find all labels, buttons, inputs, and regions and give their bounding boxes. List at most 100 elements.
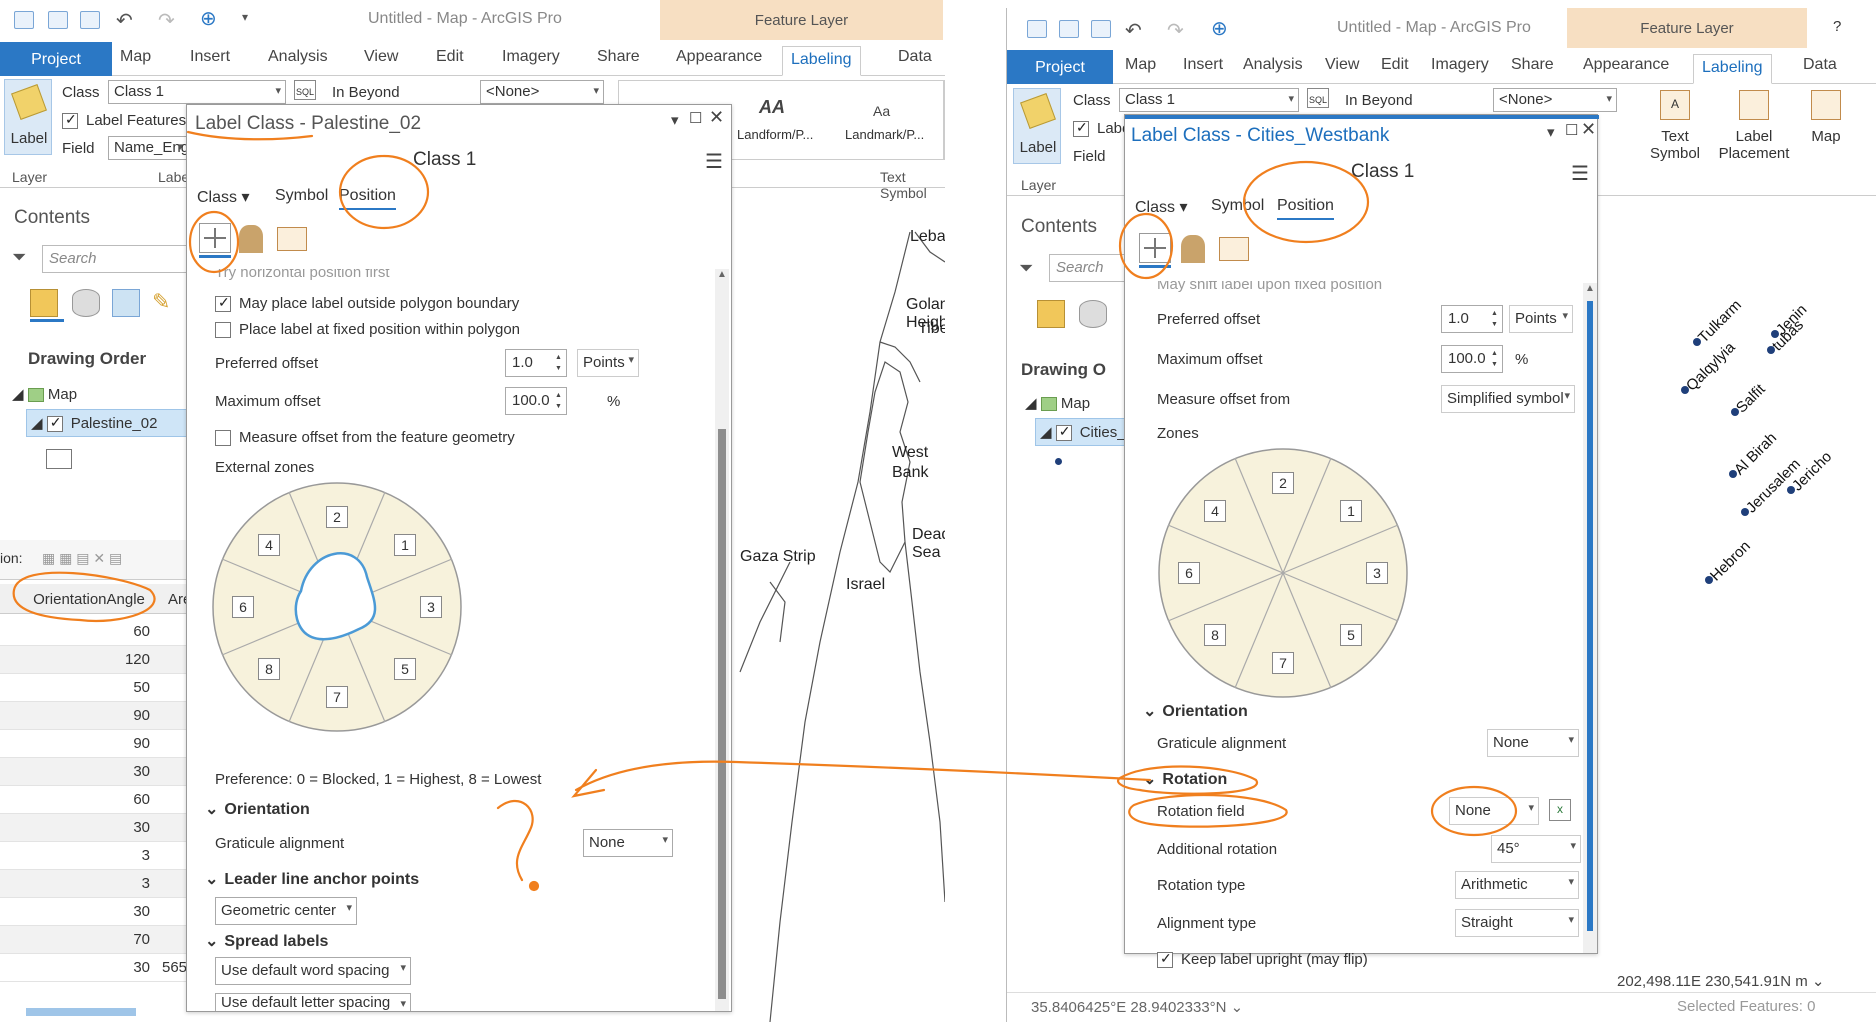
- right-preferred-offset-input[interactable]: 1.0: [1441, 305, 1503, 333]
- customize-qat-icon[interactable]: ▾: [242, 10, 248, 24]
- right-save-icon[interactable]: [1091, 20, 1111, 38]
- class-combo[interactable]: Class 1: [108, 80, 286, 104]
- zone-5-box[interactable]: 5: [394, 658, 416, 680]
- zone-8-box[interactable]: 8: [258, 658, 280, 680]
- preferred-offset-input[interactable]: 1.0: [505, 349, 567, 377]
- fitting-strategy-icon[interactable]: [277, 227, 307, 251]
- right-preferred-offset-unit[interactable]: Points: [1509, 305, 1573, 333]
- graticule-alignment-select[interactable]: None: [583, 829, 673, 857]
- contents-search-input[interactable]: Search: [42, 245, 192, 273]
- right-tab-project[interactable]: Project: [1007, 50, 1113, 84]
- table-horizontal-scroll[interactable]: [26, 1008, 136, 1016]
- right-conflict-resolution-icon[interactable]: [1181, 235, 1205, 263]
- help-button[interactable]: ?: [1833, 18, 1841, 35]
- visibility-range-combo[interactable]: <None>: [480, 80, 604, 104]
- right-filter-icon[interactable]: ⏷: [1019, 258, 1033, 279]
- spread-labels-section-header[interactable]: Spread labels: [205, 931, 328, 951]
- zone-1-box[interactable]: 1: [1340, 500, 1362, 522]
- preferred-offset-unit[interactable]: Points: [577, 349, 639, 377]
- rotation-type-select[interactable]: Arithmetic: [1455, 871, 1579, 899]
- open-project-icon[interactable]: [48, 11, 68, 29]
- label-toggle-button[interactable]: Label: [4, 79, 52, 155]
- right-tab-data[interactable]: Data: [1803, 56, 1837, 74]
- dialog-scroll-thumb[interactable]: [718, 429, 726, 999]
- zone-4-box[interactable]: 4: [258, 534, 280, 556]
- map-view-palestine[interactable]: Lebanon Golan Heights Tiberias West Bank…: [730, 222, 945, 1022]
- map-view-westbank-cities[interactable]: Tulkarm Jenin Qalqylyia tubas Salfit Al Birah…: [1607, 222, 1876, 982]
- right-open-project-icon[interactable]: [1059, 20, 1079, 38]
- right-zoom-icon[interactable]: ⊕: [1211, 16, 1228, 41]
- dialog-close-icon[interactable]: ✕: [709, 107, 724, 128]
- right-dialog-scrollbar[interactable]: ▲: [1583, 283, 1597, 953]
- tab-labeling[interactable]: Labeling: [782, 46, 861, 76]
- table-row[interactable]: 120: [0, 646, 188, 674]
- tab-data[interactable]: Data: [898, 48, 932, 66]
- table-row[interactable]: 3: [0, 870, 188, 898]
- zone-7-box[interactable]: 7: [326, 686, 348, 708]
- expression-builder-icon[interactable]: x: [1549, 799, 1571, 821]
- conflict-resolution-icon[interactable]: [239, 225, 263, 253]
- right-max-offset-input[interactable]: 100.0: [1441, 345, 1503, 373]
- zone-3-box[interactable]: 3: [420, 596, 442, 618]
- table-row[interactable]: 30: [0, 814, 188, 842]
- right-tab-labeling[interactable]: Labeling: [1693, 54, 1772, 84]
- right-tab-view[interactable]: View: [1325, 56, 1359, 74]
- table-row[interactable]: 60: [0, 786, 188, 814]
- keep-upright-checkbox[interactable]: Keep label upright (may flip): [1157, 950, 1368, 971]
- right-class-combo[interactable]: Class 1: [1119, 88, 1299, 112]
- tab-class[interactable]: Class ▾: [197, 187, 250, 207]
- zone-4-box[interactable]: 4: [1204, 500, 1226, 522]
- right-tab-share[interactable]: Share: [1511, 56, 1554, 74]
- dialog-scrollbar[interactable]: ▲: [715, 269, 729, 1011]
- right-tab-symbol[interactable]: Symbol: [1211, 197, 1264, 215]
- right-tab-analysis[interactable]: Analysis: [1243, 56, 1303, 74]
- tab-symbol[interactable]: Symbol: [275, 187, 328, 205]
- letter-spacing-select[interactable]: Use default letter spacing: [215, 993, 411, 1011]
- table-row[interactable]: 30: [0, 898, 188, 926]
- filter-icon[interactable]: ⏷: [12, 247, 26, 268]
- gallery-item-landform[interactable]: Landform/P...: [737, 127, 813, 142]
- zone-3-box[interactable]: 3: [1366, 562, 1388, 584]
- editing-icon[interactable]: ✎: [152, 289, 170, 315]
- dialog-maximize-icon[interactable]: ☐: [689, 109, 702, 127]
- right-tab-appearance[interactable]: Appearance: [1583, 56, 1669, 74]
- label-features-checkbox[interactable]: Label Features: [62, 111, 186, 130]
- additional-rotation-input[interactable]: 45°: [1491, 835, 1581, 863]
- right-fitting-strategy-icon[interactable]: [1219, 237, 1249, 261]
- table-row[interactable]: 90: [0, 730, 188, 758]
- table-row[interactable]: 30: [0, 758, 188, 786]
- label-placement-button[interactable]: Label Placement: [1715, 90, 1793, 176]
- right-label-features-checkbox[interactable]: Labe: [1073, 119, 1130, 138]
- place-outside-checkbox[interactable]: May place label outside polygon boundary: [215, 294, 519, 313]
- right-orientation-section-header[interactable]: Orientation: [1143, 701, 1247, 721]
- tab-edit[interactable]: Edit: [436, 48, 464, 66]
- zone-2-box[interactable]: 2: [1272, 472, 1294, 494]
- measure-offset-checkbox[interactable]: Measure offset from the feature geometry: [215, 429, 515, 447]
- right-in-beyond-button[interactable]: In Beyond: [1345, 92, 1413, 109]
- right-tab-map[interactable]: Map: [1125, 56, 1156, 74]
- layer-symbol-swatch[interactable]: [46, 449, 72, 469]
- fixed-position-checkbox[interactable]: Place label at fixed position within pol…: [215, 321, 520, 339]
- right-tab-insert[interactable]: Insert: [1183, 56, 1223, 74]
- right-redo-icon[interactable]: ↷: [1167, 18, 1184, 43]
- right-sql-query-icon[interactable]: SQL: [1307, 88, 1329, 108]
- zone-1-box[interactable]: 1: [394, 534, 416, 556]
- right-hamburger-menu-icon[interactable]: ☰: [1571, 161, 1589, 186]
- tab-insert[interactable]: Insert: [190, 48, 230, 66]
- table-row[interactable]: 30 565: [0, 954, 188, 982]
- right-drawing-order-icon[interactable]: [1037, 300, 1065, 328]
- right-dialog-scroll-thumb[interactable]: [1587, 301, 1593, 931]
- measure-from-select[interactable]: Simplified symbol: [1441, 385, 1575, 413]
- tab-imagery[interactable]: Imagery: [502, 48, 560, 66]
- redo-icon[interactable]: ↷: [158, 8, 175, 33]
- right-tree-map-item[interactable]: ◢ Map: [1025, 394, 1090, 412]
- right-visibility-range-combo[interactable]: <None>: [1493, 88, 1617, 112]
- rotation-field-select[interactable]: None: [1449, 797, 1539, 825]
- right-contents-search-input[interactable]: Search: [1049, 254, 1127, 282]
- hamburger-menu-icon[interactable]: ☰: [705, 149, 723, 174]
- text-symbol-button[interactable]: A Text Symbol: [1643, 90, 1707, 176]
- right-undo-icon[interactable]: ↶: [1125, 18, 1142, 43]
- tab-share[interactable]: Share: [597, 48, 640, 66]
- table-row[interactable]: 70: [0, 926, 188, 954]
- dialog-menu-icon[interactable]: ▾: [671, 111, 679, 129]
